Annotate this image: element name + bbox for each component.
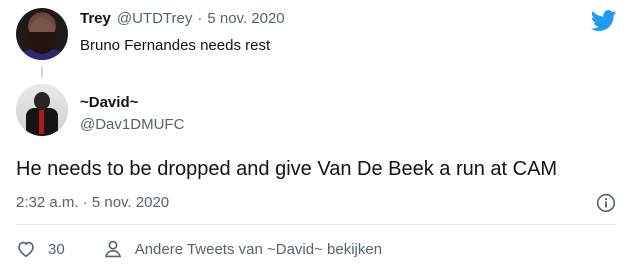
embedded-tweet-card: Trey @UTDTrey · 5 nov. 2020 Bruno Fernan… xyxy=(0,0,630,276)
reply-header: Trey @UTDTrey · 5 nov. 2020 xyxy=(80,10,285,30)
reply-author-handle[interactable]: @UTDTrey xyxy=(117,10,193,27)
author-avatar[interactable] xyxy=(16,84,68,136)
author-handle[interactable]: @Dav1DMUFC xyxy=(80,116,184,133)
avatar-head xyxy=(34,92,50,110)
reply-text: Bruno Fernandes needs rest xyxy=(80,37,271,54)
info-icon[interactable] xyxy=(596,193,616,213)
person-icon[interactable] xyxy=(103,239,123,259)
more-tweets-link[interactable]: Andere Tweets van ~David~ bekijken xyxy=(135,241,382,258)
thread-connector-line xyxy=(41,66,43,78)
tweet-text: He needs to be dropped and give Van De B… xyxy=(16,158,558,180)
divider xyxy=(16,224,616,225)
avatar-stripe xyxy=(39,110,44,134)
heart-icon[interactable] xyxy=(16,239,36,259)
reply-date[interactable]: 5 nov. 2020 xyxy=(207,10,284,27)
like-count[interactable]: 30 xyxy=(48,241,65,258)
author-name[interactable]: ~David~ xyxy=(80,94,138,111)
reply-author-avatar[interactable] xyxy=(16,8,68,60)
reply-author-name[interactable]: Trey xyxy=(80,10,111,27)
tweet-timestamp[interactable]: 2:32 a.m. · 5 nov. 2020 xyxy=(16,194,169,211)
tweet-actions: 30 Andere Tweets van ~David~ bekijken xyxy=(16,238,382,260)
twitter-bird-icon[interactable] xyxy=(591,10,617,32)
reply-separator: · xyxy=(197,10,203,27)
